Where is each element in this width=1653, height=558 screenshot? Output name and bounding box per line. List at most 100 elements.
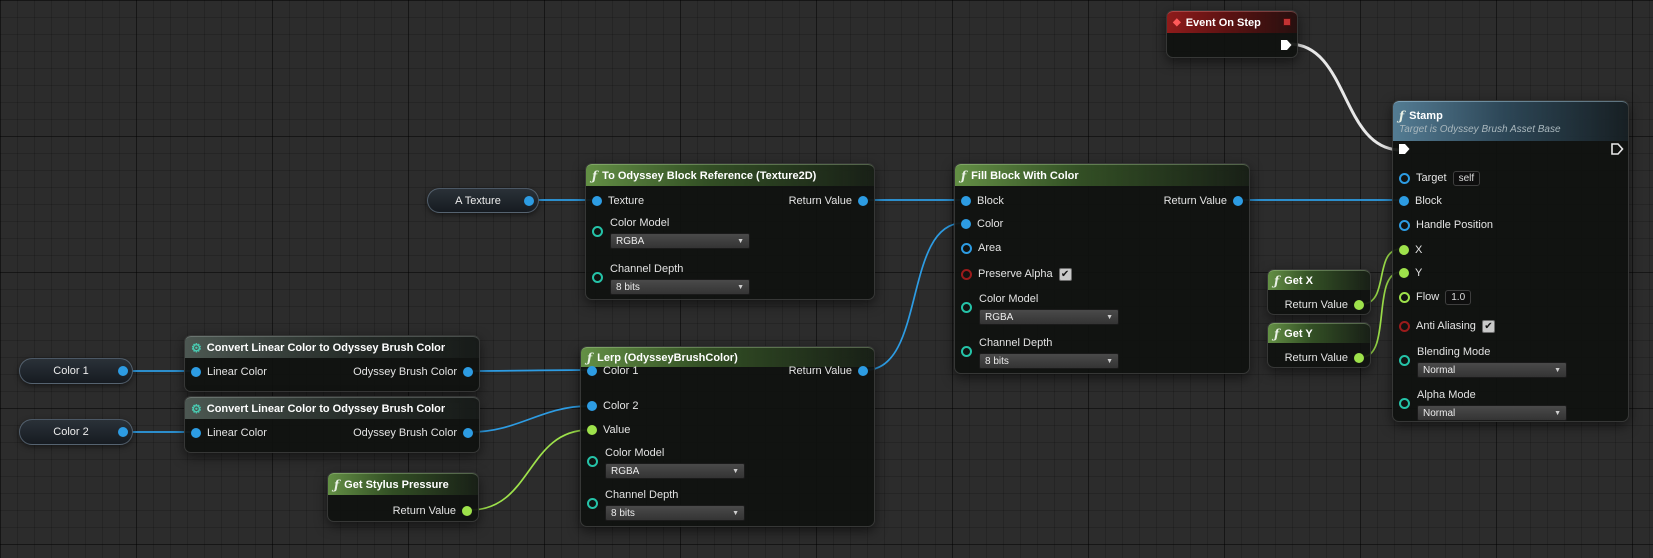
pin-label: Color 2 <box>603 400 639 412</box>
node-stamp[interactable]: ƒ Stamp Target is Odyssey Brush Asset Ba… <box>1392 100 1629 422</box>
channel-depth-dropdown[interactable]: 8 bits ▼ <box>605 505 745 521</box>
node-header[interactable]: ƒ Fill Block With Color <box>955 164 1249 186</box>
node-fill-block-with-color[interactable]: ƒ Fill Block With Color Block Return Val… <box>954 163 1250 374</box>
node-header[interactable]: ƒ Get X <box>1268 270 1370 290</box>
block-pin[interactable] <box>1399 196 1409 206</box>
return-value-pin[interactable] <box>1354 300 1364 310</box>
channel-depth-dropdown[interactable]: 8 bits ▼ <box>610 279 750 295</box>
wire-lerp-to-fillblock-color[interactable] <box>865 222 964 371</box>
exec-out-pin[interactable] <box>1610 142 1624 156</box>
x-pin[interactable] <box>1399 245 1409 255</box>
node-event-on-step[interactable]: ◆ Event On Step <box>1166 10 1298 58</box>
channel-depth-pin[interactable] <box>961 346 972 357</box>
wire-convert2-to-lerp-color2[interactable] <box>470 405 590 433</box>
channel-depth-pin[interactable] <box>587 498 598 509</box>
delegate-pin[interactable] <box>1283 18 1291 26</box>
return-value-pin[interactable] <box>462 506 472 516</box>
anti-aliasing-pin[interactable] <box>1399 320 1410 332</box>
node-get-a-texture[interactable]: A Texture <box>427 188 539 213</box>
color-model-dropdown[interactable]: RGBA ▼ <box>610 233 750 249</box>
output-pin[interactable] <box>118 366 128 376</box>
color-model-pin[interactable] <box>592 226 603 237</box>
color-model-dropdown[interactable]: RGBA ▼ <box>605 463 745 479</box>
return-value-pin[interactable] <box>858 366 868 376</box>
handle-position-pin[interactable] <box>1399 219 1410 231</box>
node-lerp-odyssey-brush-color[interactable]: ƒ Lerp (OdysseyBrushColor) Color 1 Retur… <box>580 346 875 527</box>
node-header[interactable]: ƒ Get Stylus Pressure <box>328 473 478 495</box>
return-value-pin[interactable] <box>1233 196 1243 206</box>
pin-label: Color Model <box>979 293 1039 305</box>
wire-convert1-to-lerp-color1[interactable] <box>470 369 590 372</box>
color-model-pin[interactable] <box>961 302 972 313</box>
exec-out-pin[interactable] <box>1279 38 1293 52</box>
block-pin[interactable] <box>961 196 971 206</box>
node-get-stylus-pressure[interactable]: ƒ Get Stylus Pressure Return Value <box>327 472 479 522</box>
value-pin[interactable] <box>587 425 597 435</box>
preserve-alpha-checkbox[interactable]: ✔ <box>1058 267 1072 281</box>
node-header[interactable]: ⚙ Convert Linear Color to Odyssey Brush … <box>185 336 479 358</box>
node-get-x[interactable]: ƒ Get X Return Value <box>1267 269 1371 315</box>
output-pin[interactable] <box>524 195 534 206</box>
convert-icon: ⚙ <box>191 401 202 416</box>
odyssey-brush-color-pin[interactable] <box>463 428 473 438</box>
target-input[interactable]: self <box>1452 170 1481 186</box>
node-get-y[interactable]: ƒ Get Y Return Value <box>1267 322 1371 368</box>
node-title: To Odyssey Block Reference (Texture2D) <box>602 169 817 182</box>
alpha-mode-pin[interactable] <box>1399 398 1410 409</box>
node-title: Get Stylus Pressure <box>344 478 449 491</box>
flow-pin[interactable] <box>1399 291 1410 303</box>
node-title: Get Y <box>1284 327 1313 340</box>
return-value-pin[interactable] <box>858 196 868 206</box>
check-icon: ✔ <box>1484 320 1493 332</box>
pin-label: Return Value <box>1284 299 1348 311</box>
linear-color-pin[interactable] <box>191 428 201 438</box>
color-2-pin[interactable] <box>587 401 597 411</box>
color-pin[interactable] <box>961 219 971 229</box>
node-to-odyssey-block-reference[interactable]: ƒ To Odyssey Block Reference (Texture2D)… <box>585 163 875 300</box>
node-get-color-1[interactable]: Color 1 <box>19 358 133 384</box>
target-pin[interactable] <box>1399 172 1410 184</box>
channel-depth-dropdown[interactable]: 8 bits ▼ <box>979 353 1119 369</box>
pin-label: Handle Position <box>1416 219 1494 231</box>
pin-label: Color <box>977 218 1004 230</box>
exec-in-pin[interactable] <box>1397 142 1411 156</box>
pin-row-color-1: Color 1 <box>587 361 638 381</box>
pin-group-channel-depth: Channel Depth 8 bits ▼ <box>592 261 750 295</box>
chevron-down-icon: ▼ <box>1554 409 1561 417</box>
node-get-color-2[interactable]: Color 2 <box>19 419 133 445</box>
odyssey-brush-color-pin[interactable] <box>463 367 473 377</box>
blending-mode-dropdown[interactable]: Normal ▼ <box>1417 362 1567 378</box>
pin-row-area: Area <box>961 238 1001 258</box>
wire-stylus-to-lerp-value[interactable] <box>469 429 590 511</box>
flow-input[interactable]: 1.0 <box>1445 289 1472 305</box>
color-model-pin[interactable] <box>587 456 598 467</box>
node-convert-linear-color-1[interactable]: ⚙ Convert Linear Color to Odyssey Brush … <box>184 335 480 392</box>
pin-group-color-model: Color Model RGBA ▼ <box>587 445 745 479</box>
pin-row-target: Target self <box>1399 168 1481 188</box>
channel-depth-pin[interactable] <box>592 272 603 283</box>
color-1-pin[interactable] <box>587 366 597 376</box>
event-diamond-icon: ◆ <box>1173 17 1181 28</box>
y-pin[interactable] <box>1399 268 1409 278</box>
texture-pin[interactable] <box>592 196 602 206</box>
anti-aliasing-checkbox[interactable]: ✔ <box>1481 319 1495 333</box>
node-header[interactable]: ⚙ Convert Linear Color to Odyssey Brush … <box>185 397 479 419</box>
node-convert-linear-color-2[interactable]: ⚙ Convert Linear Color to Odyssey Brush … <box>184 396 480 453</box>
node-header[interactable]: ƒ Get Y <box>1268 323 1370 343</box>
blending-mode-pin[interactable] <box>1399 355 1410 366</box>
linear-color-pin[interactable] <box>191 367 201 377</box>
area-pin[interactable] <box>961 242 972 254</box>
alpha-mode-dropdown[interactable]: Normal ▼ <box>1417 405 1567 421</box>
node-header[interactable]: ƒ Stamp Target is Odyssey Brush Asset Ba… <box>1393 101 1628 141</box>
wire-exec-event-to-stamp[interactable] <box>1287 42 1403 152</box>
pin-row-block: Block <box>961 191 1004 211</box>
function-icon: ƒ <box>961 168 967 183</box>
chevron-down-icon: ▼ <box>732 509 739 517</box>
color-model-dropdown[interactable]: RGBA ▼ <box>979 309 1119 325</box>
return-value-pin[interactable] <box>1354 353 1364 363</box>
preserve-alpha-pin[interactable] <box>961 268 972 280</box>
output-pin[interactable] <box>118 427 128 437</box>
node-header[interactable]: ◆ Event On Step <box>1167 11 1297 33</box>
blueprint-graph[interactable]: ◆ Event On Step ƒ Stamp Target is Odysse… <box>0 0 1653 558</box>
node-header[interactable]: ƒ To Odyssey Block Reference (Texture2D) <box>586 164 874 186</box>
